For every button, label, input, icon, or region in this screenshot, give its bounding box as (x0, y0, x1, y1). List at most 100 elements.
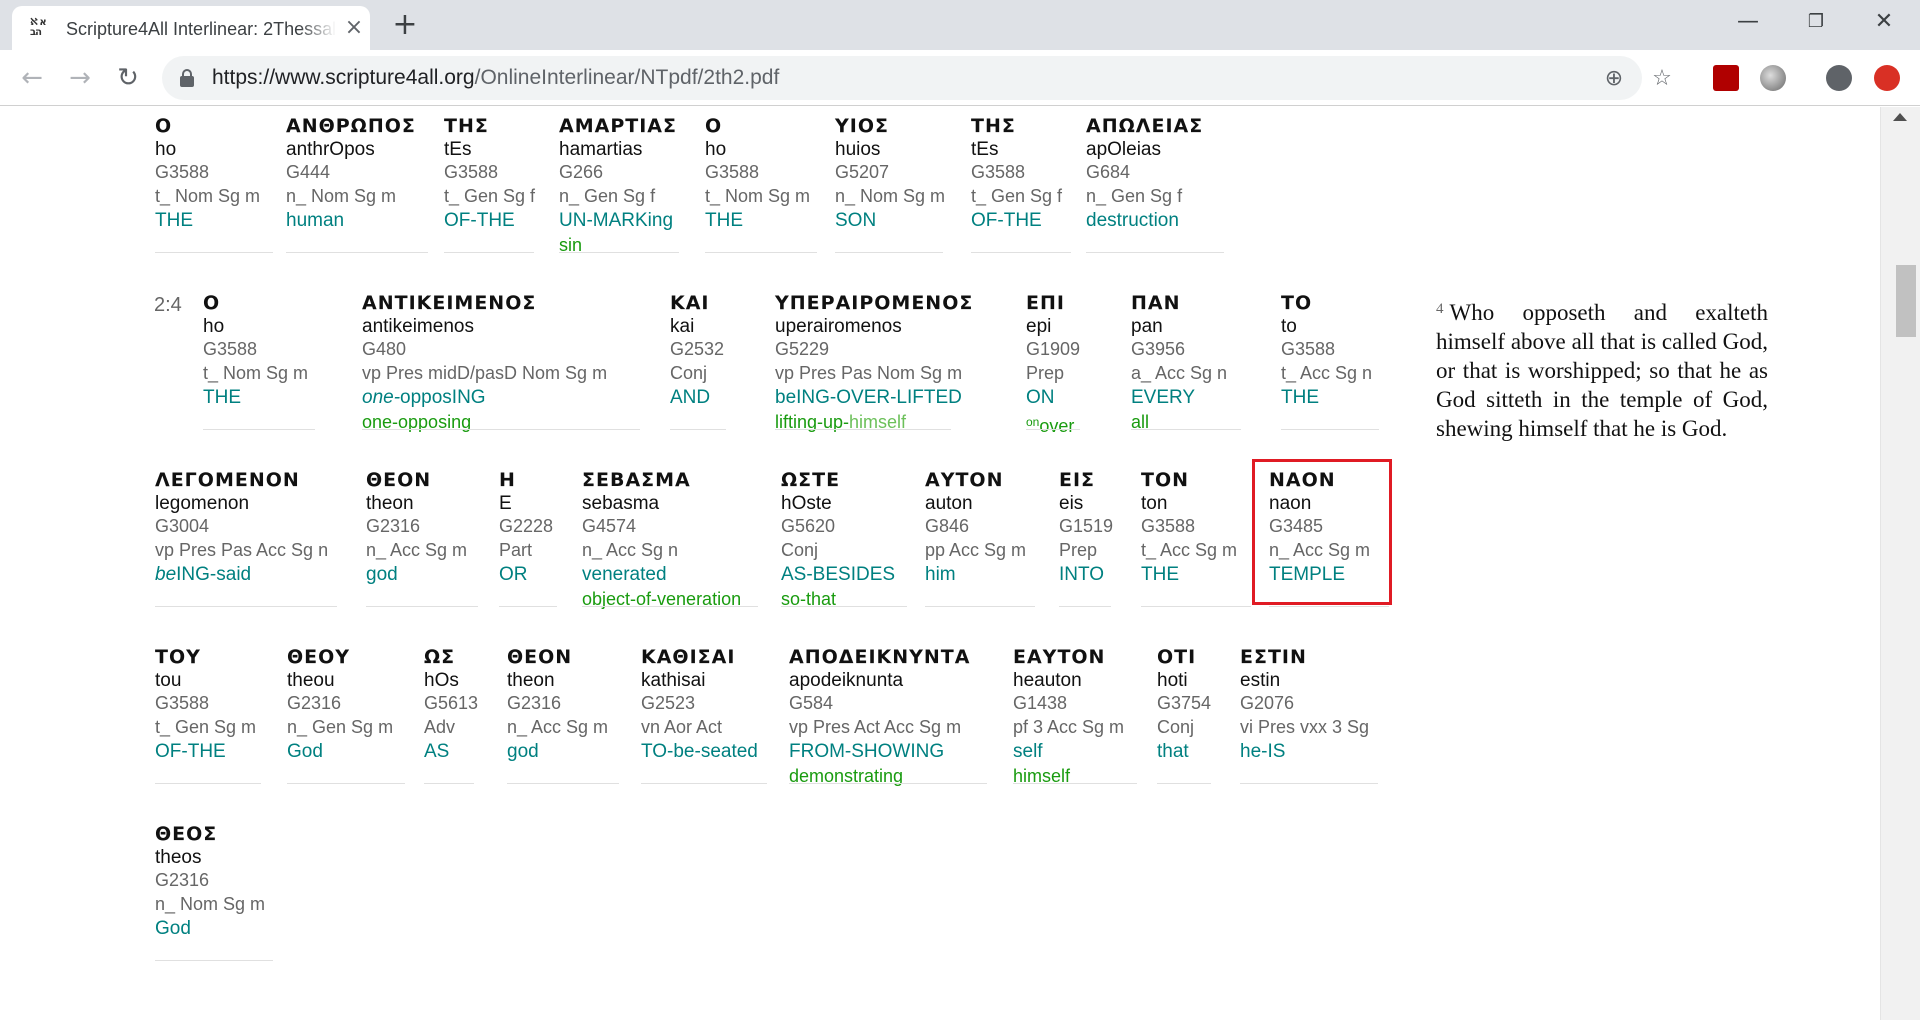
selection-highlight-box (1252, 459, 1392, 605)
english-gloss-text: THE (1281, 387, 1319, 408)
verse-reference: 2:4 (154, 294, 182, 316)
interlinear-word: ΑΠΟΔΕΙΚΝΥΝΤΑ apodeiknunta G584 vp Pres Act … (789, 645, 989, 788)
greek-word: ΑΠΟΔΕΙΚΝΥΝΤΑ (789, 646, 971, 668)
parsing: n_ Nom Sg m (155, 894, 266, 914)
interlinear-word: ΣΕΒΑΣΜΑ sebasma G4574 n_ Acc Sg n venerated o… (582, 468, 782, 611)
word-underline (1059, 606, 1111, 607)
tab-close-icon[interactable]: × (342, 16, 366, 40)
word-underline (1086, 252, 1224, 253)
greek-word: ΥΠΕΡΑΙΡΟΜΕΝΟΣ (775, 292, 974, 314)
word-underline (1131, 429, 1241, 430)
parsing: vp Pres Pas Acc Sg n (155, 540, 329, 560)
scrollbar[interactable] (1880, 107, 1920, 1020)
word-underline (155, 783, 261, 784)
new-tab-icon[interactable]: + (390, 10, 420, 40)
alternate-superscript: on (1026, 415, 1040, 429)
interlinear-word: ΑΠΩΛΕΙΑΣ apOleias G684 n_ Gen Sg f destructi… (1086, 114, 1286, 253)
pdf-extension-icon[interactable] (1713, 65, 1739, 91)
address-bar[interactable]: https://www.scripture4all.org/OnlineInte… (162, 56, 1642, 100)
scroll-thumb[interactable] (1896, 265, 1916, 337)
window-close-icon[interactable]: ✕ (1864, 6, 1904, 38)
english-gloss: destruction (1086, 208, 1286, 233)
english-gloss-text: INTO (1059, 564, 1105, 585)
english-gloss-text: OR (499, 564, 528, 585)
bookmark-star-icon[interactable]: ☆ (1648, 65, 1676, 93)
english-gloss-text: THE (1141, 564, 1179, 585)
english-gloss-text: TO-be-seated (641, 741, 758, 762)
greek-word: ΛΕΓΟΜΕΝΟΝ (155, 469, 300, 491)
english-gloss-text: self (1013, 741, 1043, 762)
extension-icon[interactable] (1760, 65, 1786, 91)
word-underline (835, 252, 943, 253)
restore-icon[interactable]: ❐ (1796, 6, 1836, 38)
english-gloss-text: god (366, 564, 398, 585)
english-gloss-text: FROM-SHOWING (789, 741, 945, 762)
parsing: vi Pres vxx 3 Sg (1240, 717, 1370, 737)
word-underline (366, 606, 478, 607)
word-underline (705, 252, 817, 253)
english-gloss: beING-said (155, 562, 355, 587)
interlinear-word: ΘΕΟΣ theos G2316 n_ Nom Sg m God (155, 822, 355, 961)
english-gloss-text: he-IS (1240, 741, 1286, 762)
english-gloss-text: THE (203, 387, 241, 408)
english-gloss-italic: one- (362, 387, 401, 408)
update-icon[interactable] (1874, 65, 1900, 91)
interlinear-word: ΑΝΤΙΚΕΙΜΕΝΟΣ antikeimenos G480 vp Pres midD… (362, 291, 640, 434)
parsing: vp Pres Pas Nom Sg m (775, 363, 963, 383)
back-arrow-icon[interactable]: ← (16, 62, 48, 94)
word-underline (287, 783, 405, 784)
reload-icon[interactable]: ↻ (112, 62, 144, 94)
strongs-number: G584 (789, 693, 834, 713)
word-underline (1240, 783, 1378, 784)
word-underline (789, 783, 987, 784)
url-text[interactable]: https://www.scripture4all.org/OnlineInte… (212, 66, 779, 90)
word-underline (499, 606, 557, 607)
english-gloss-text: THE (705, 210, 743, 231)
word-underline (1026, 429, 1080, 430)
word-underline (1281, 429, 1379, 430)
word-underline (781, 606, 907, 607)
greek-word: ΕΣΤΙΝ (1240, 646, 1307, 668)
english-gloss-text: him (925, 564, 956, 585)
english-gloss-text: beING-OVER-LIFTED (775, 387, 962, 408)
minimize-icon[interactable]: — (1728, 6, 1768, 38)
zoom-icon[interactable]: ⊕ (1600, 65, 1628, 93)
english-gloss-text: human (286, 210, 345, 231)
english-gloss: he-IS (1240, 739, 1440, 764)
word-underline (559, 252, 679, 253)
word-underline (362, 429, 640, 430)
english-gloss: one-opposING (362, 385, 562, 410)
strongs-number: G2316 (155, 870, 210, 890)
strongs-number: G480 (362, 339, 407, 359)
browser-tab[interactable]: ℵ א הב Scripture4All Interlinear: 2Thessa… (12, 6, 370, 50)
alternate-translation: all (1131, 410, 1331, 434)
english-gloss-text: venerated (582, 564, 667, 585)
transliteration: apodeiknunta (789, 670, 904, 691)
english-gloss: God (155, 916, 355, 941)
word-underline (775, 429, 951, 430)
english-gloss: beING-OVER-LIFTED (775, 385, 975, 410)
strongs-number: G2076 (1240, 693, 1295, 713)
profile-avatar-icon[interactable] (1826, 65, 1852, 91)
word-underline (1013, 783, 1137, 784)
english-gloss-text: that (1157, 741, 1189, 762)
english-gloss: venerated (582, 562, 782, 587)
transliteration: legomenon (155, 493, 250, 514)
word-underline (1157, 783, 1211, 784)
forward-arrow-icon[interactable]: → (64, 62, 96, 94)
word-underline (286, 252, 428, 253)
word-underline (155, 606, 337, 607)
scroll-up-arrow-icon[interactable] (1893, 113, 1907, 121)
verse-number: 4 (1436, 301, 1444, 317)
word-underline (582, 606, 758, 607)
greek-word: ΣΕΒΑΣΜΑ (582, 469, 691, 491)
alternate-translation: himself (1013, 764, 1213, 788)
english-gloss-text: ING-said (176, 564, 252, 585)
parsing: n_ Acc Sg n (582, 540, 679, 560)
interlinear-word: ΕΣΤΙΝ estin G2076 vi Pres vxx 3 Sg he-IS (1240, 645, 1440, 784)
strongs-number: G4574 (582, 516, 637, 536)
word-underline (971, 252, 1071, 253)
interlinear-word: ΛΕΓΟΜΕΝΟΝ legomenon G3004 vp Pres Pas Acc S… (155, 468, 355, 607)
alternate-translation: one-opposing (362, 410, 562, 434)
transliteration: estin (1240, 670, 1281, 691)
